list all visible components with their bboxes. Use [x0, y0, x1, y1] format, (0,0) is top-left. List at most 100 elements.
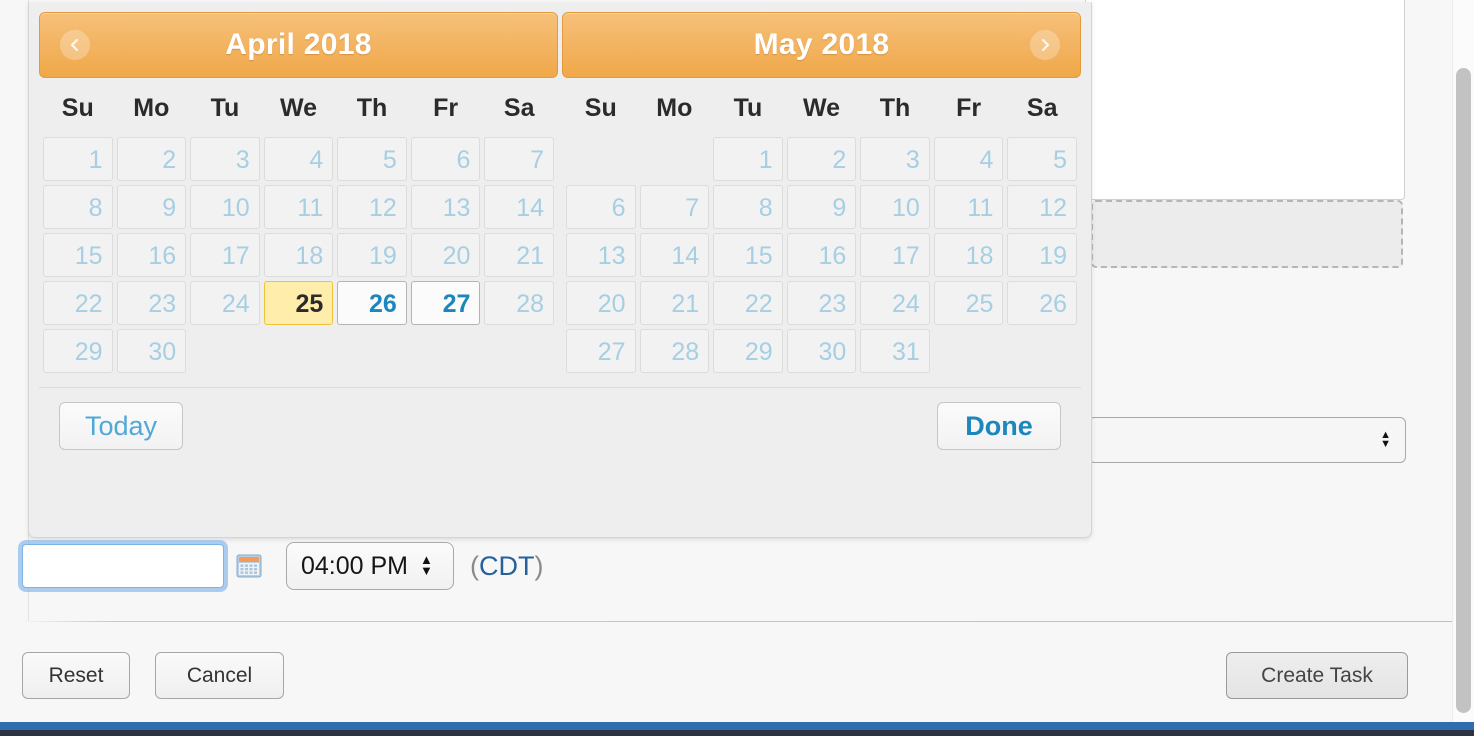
day-6: 6 [410, 137, 481, 181]
month-title-1: May 2018 [753, 28, 890, 61]
day-13: 13 [410, 185, 481, 229]
day-14: 14 [639, 233, 710, 277]
weekday-we: We [279, 94, 317, 122]
bottom-window-edge [0, 730, 1474, 736]
day-cell: 12 [1007, 185, 1077, 229]
day-cell: 5 [337, 137, 407, 181]
prev-month-button[interactable] [60, 30, 90, 60]
weekday-header-row: Su Mo Tu We Th Fr Sa [43, 88, 554, 133]
weekday-mo: Mo [133, 94, 170, 122]
day-cell: 20 [566, 281, 636, 325]
week-row: 20 21 22 23 24 25 26 [566, 281, 1077, 325]
month-header-0: April 2018 [39, 12, 558, 78]
day-3: 3 [860, 137, 930, 181]
page-scrollbar-thumb[interactable] [1456, 68, 1471, 713]
day-26[interactable]: 26 [337, 281, 407, 325]
day-7: 7 [639, 185, 710, 229]
day-cell: 4 [933, 137, 1004, 181]
day-empty [264, 329, 334, 373]
day-cell: 22 [713, 281, 783, 325]
timezone-link[interactable]: CDT [479, 551, 535, 581]
day-18: 18 [933, 233, 1004, 277]
week-row: 8 9 10 11 12 13 14 [43, 185, 554, 229]
select-spinner-icon: ▲ ▼ [1380, 429, 1391, 450]
day-11: 11 [263, 185, 334, 229]
day-14: 14 [484, 185, 554, 229]
day-cell: 1 [713, 137, 783, 181]
day-2: 2 [786, 137, 857, 181]
reset-button[interactable]: Reset [22, 652, 130, 699]
day-12: 12 [337, 185, 407, 229]
day-cell: 3 [860, 137, 930, 181]
day-22: 22 [713, 281, 783, 325]
day-10: 10 [190, 185, 260, 229]
day-cell: 26 [337, 281, 407, 325]
day-24: 24 [190, 281, 260, 325]
day-27[interactable]: 27 [410, 281, 481, 325]
today-button[interactable]: Today [59, 402, 183, 450]
day-cell: 13 [410, 185, 481, 229]
day-empty [566, 137, 636, 181]
day-5: 5 [337, 137, 407, 181]
done-button[interactable]: Done [937, 402, 1061, 450]
weekday-tu: Tu [210, 94, 240, 122]
day-5: 5 [1007, 137, 1077, 181]
day-cell: 28 [639, 329, 710, 373]
day-cell: 24 [860, 281, 930, 325]
background-select[interactable]: ▲ ▼ [1088, 417, 1406, 463]
day-19: 19 [337, 233, 407, 277]
day-cell: 17 [190, 233, 260, 277]
day-cell: 14 [484, 185, 554, 229]
day-15: 15 [43, 233, 113, 277]
day-18: 18 [263, 233, 334, 277]
day-cell: 14 [639, 233, 710, 277]
datepicker-month-0: April 2018 Su Mo Tu We Th Fr Sa 1 2 3 4 … [39, 12, 558, 377]
day-cell [640, 137, 710, 181]
day-cell: 9 [116, 185, 187, 229]
calendar-icon[interactable] [236, 553, 262, 579]
day-2: 2 [116, 137, 187, 181]
day-cell: 26 [1007, 281, 1077, 325]
day-22: 22 [43, 281, 113, 325]
day-30: 30 [786, 329, 857, 373]
day-4: 4 [263, 137, 334, 181]
day-empty [484, 329, 554, 373]
day-20: 20 [410, 233, 481, 277]
day-30: 30 [116, 329, 187, 373]
timezone-paren-close: ) [534, 550, 544, 581]
day-cell: 19 [1007, 233, 1077, 277]
day-28: 28 [639, 329, 710, 373]
day-25[interactable]: 25 [263, 281, 334, 325]
background-dropzone[interactable] [1091, 200, 1403, 268]
day-29: 29 [713, 329, 783, 373]
day-23: 23 [116, 281, 187, 325]
week-row: 6 7 8 9 10 11 12 [566, 185, 1077, 229]
next-month-button[interactable] [1030, 30, 1060, 60]
week-row: 13 14 15 16 17 18 19 [566, 233, 1077, 277]
day-6: 6 [566, 185, 636, 229]
datepicker-popup[interactable]: April 2018 Su Mo Tu We Th Fr Sa 1 2 3 4 … [28, 2, 1092, 538]
page-scrollbar-track[interactable] [1452, 0, 1474, 722]
page-root: ▲ ▼ April 2018 Su Mo Tu We Th Fr Sa 1 2 … [0, 0, 1474, 736]
create-task-button[interactable]: Create Task [1226, 652, 1408, 699]
weekday-su: Su [61, 94, 94, 122]
day-cell: 10 [860, 185, 930, 229]
time-select[interactable]: 04:00 PM ▲ ▼ [286, 542, 454, 590]
day-cell: 1 [43, 137, 113, 181]
day-cell [1007, 329, 1077, 373]
background-text-field[interactable] [1085, 0, 1405, 200]
cancel-button[interactable]: Cancel [155, 652, 284, 699]
day-cell: 25 [933, 281, 1004, 325]
day-3: 3 [190, 137, 260, 181]
day-cell: 18 [933, 233, 1004, 277]
date-input[interactable] [22, 544, 224, 588]
chevron-right-icon [1041, 38, 1050, 52]
day-10: 10 [860, 185, 930, 229]
weekday-fr: Fr [956, 94, 982, 122]
day-cell [337, 329, 407, 373]
day-26: 26 [1007, 281, 1077, 325]
day-cell: 23 [116, 281, 187, 325]
day-cell: 24 [190, 281, 260, 325]
day-cell [264, 329, 334, 373]
day-11: 11 [933, 185, 1004, 229]
